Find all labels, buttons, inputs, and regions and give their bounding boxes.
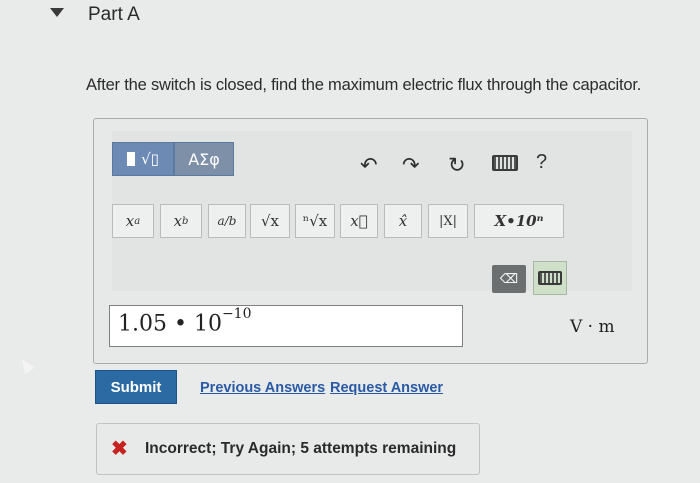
answer-unit: V · m bbox=[570, 317, 615, 337]
question-text: After the switch is closed, find the max… bbox=[86, 76, 642, 94]
sqrt-key[interactable]: √x bbox=[250, 204, 290, 238]
answer-input[interactable]: 1.05 • 10−10 bbox=[109, 305, 463, 347]
keyboard-icon bbox=[538, 271, 562, 285]
answer-mantissa: 1.05 • 10 bbox=[118, 311, 222, 337]
vector-key[interactable]: x⃗ bbox=[340, 204, 378, 238]
mouse-cursor-icon bbox=[17, 355, 35, 375]
keyboard-shortcuts-icon[interactable] bbox=[492, 155, 518, 171]
unit-vector-key[interactable]: x̂ bbox=[384, 204, 422, 238]
part-title: Part A bbox=[88, 4, 140, 25]
help-button[interactable]: ? bbox=[536, 151, 547, 174]
undo-icon[interactable]: ↶ bbox=[360, 153, 378, 177]
superscript-key[interactable]: xa bbox=[112, 204, 154, 238]
previous-answers-link[interactable]: Previous Answers bbox=[200, 380, 325, 396]
nth-root-key[interactable]: ⁿ√x bbox=[295, 204, 335, 238]
abs-key[interactable]: |X| bbox=[428, 204, 468, 238]
x-icon: ✖ bbox=[111, 438, 128, 460]
keyboard-toggle-icon[interactable] bbox=[533, 261, 567, 295]
collapse-caret-icon[interactable] bbox=[50, 8, 64, 17]
submit-button[interactable]: Submit bbox=[95, 370, 177, 404]
template-box-icon bbox=[127, 152, 136, 166]
request-answer-link[interactable]: Request Answer bbox=[330, 380, 443, 396]
redo-icon[interactable]: ↷ bbox=[402, 153, 420, 177]
answer-panel: √▯ ΑΣφ ↶ ↷ ↻ ? xa xb a/b √x ⁿ√x x⃗ x̂ |X… bbox=[93, 118, 648, 364]
subscript-key[interactable]: xb bbox=[160, 204, 202, 238]
sci-notation-key[interactable]: X•10ⁿ bbox=[474, 204, 564, 238]
templates-button[interactable]: √▯ bbox=[112, 142, 174, 176]
delete-icon[interactable]: ⌫ bbox=[492, 265, 526, 293]
fraction-key[interactable]: a/b bbox=[208, 204, 246, 238]
answer-exponent: −10 bbox=[221, 306, 252, 322]
feedback-box: ✖ Incorrect; Try Again; 5 attempts remai… bbox=[96, 423, 480, 475]
reset-icon[interactable]: ↻ bbox=[448, 153, 466, 177]
symbols-button[interactable]: ΑΣφ bbox=[174, 142, 234, 176]
templates-glyph: √▯ bbox=[141, 150, 159, 168]
feedback-message: Incorrect; Try Again; 5 attempts remaini… bbox=[145, 440, 457, 457]
math-toolbar: √▯ ΑΣφ ↶ ↷ ↻ ? xa xb a/b √x ⁿ√x x⃗ x̂ |X… bbox=[112, 131, 632, 295]
